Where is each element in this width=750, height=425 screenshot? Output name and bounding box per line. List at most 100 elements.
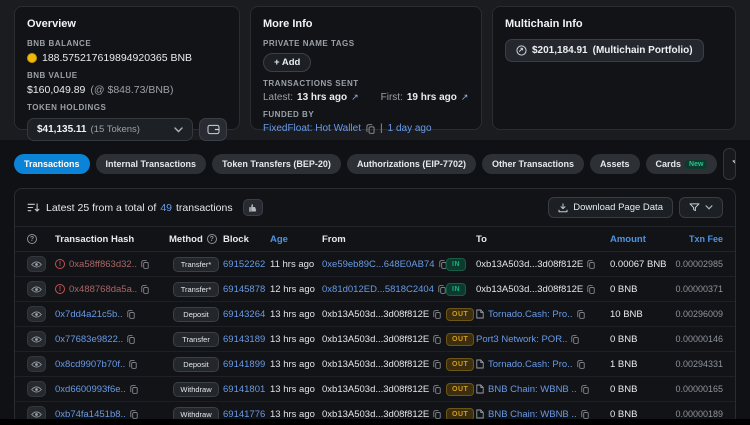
from-address-link[interactable]: 0xe59eb89C...648E0AB74 <box>322 259 435 270</box>
tab-internal-transactions[interactable]: Internal Transactions <box>95 154 207 174</box>
tab-transactions[interactable]: Transactions <box>14 154 90 174</box>
age-text: 13 hrs ago <box>270 308 315 320</box>
copy-icon[interactable] <box>433 334 441 344</box>
contract-icon <box>476 309 484 319</box>
copy-icon[interactable] <box>438 259 446 269</box>
latest-external-link-icon[interactable]: ↗ <box>351 92 359 103</box>
eye-button[interactable] <box>27 356 46 372</box>
copy-icon[interactable] <box>576 359 585 369</box>
to-address-link[interactable]: BNB Chain: WBNB .. <box>488 409 577 420</box>
txn-fee-text: 0.00000165 <box>675 384 723 394</box>
wallet-button[interactable] <box>199 118 227 141</box>
copy-icon[interactable] <box>141 284 149 294</box>
direction-badge: OUT <box>446 357 475 371</box>
copy-icon[interactable] <box>141 259 149 269</box>
tab-assets[interactable]: Assets <box>589 154 640 174</box>
block-link[interactable]: 69141899 <box>223 359 265 370</box>
copy-icon[interactable] <box>127 334 135 344</box>
col-amount[interactable]: Amount <box>610 234 646 245</box>
copy-icon[interactable] <box>126 309 135 319</box>
download-page-data-button[interactable]: Download Page Data <box>548 197 673 218</box>
col-age[interactable]: Age <box>270 234 288 245</box>
copy-icon[interactable] <box>587 284 595 294</box>
token-holdings-dropdown[interactable]: $41,135.11 (15 Tokens) <box>27 118 193 141</box>
copy-icon[interactable] <box>433 384 441 394</box>
tx-hash-link[interactable]: 0x488768da5a.. <box>69 284 137 295</box>
advanced-filter-button[interactable]: Advanced Filter <box>723 148 736 180</box>
block-link[interactable]: 69141776 <box>223 409 265 420</box>
amount-text: 10 BNB <box>610 308 643 320</box>
more-info-card: More Info PRIVATE NAME TAGS + Add TRANSA… <box>250 6 482 134</box>
summary-prefix: Latest 25 from a total of <box>46 201 157 214</box>
eye-button[interactable] <box>27 381 46 397</box>
tab-label: Internal Transactions <box>105 159 197 169</box>
copy-icon[interactable] <box>571 334 579 344</box>
to-address-link[interactable]: Tornado.Cash: Pro.. <box>488 309 573 320</box>
method-badge: Transfer <box>173 331 219 347</box>
amount-text: 0 BNB <box>610 408 638 420</box>
from-address-link[interactable]: 0x81d012ED...5818C2404 <box>322 284 434 295</box>
summary-count-link[interactable]: 49 <box>160 202 172 214</box>
eye-button[interactable] <box>27 281 46 297</box>
copy-icon[interactable] <box>433 409 441 419</box>
tx-hash-link[interactable]: 0xb74fa1451b8.. <box>55 409 126 420</box>
block-link[interactable]: 69143189 <box>223 334 265 345</box>
copy-icon[interactable] <box>581 384 589 394</box>
method-badge: Transfer* <box>173 281 219 297</box>
copy-icon[interactable] <box>129 359 137 369</box>
bnb-balance-label: BNB BALANCE <box>27 39 92 48</box>
tab-cards[interactable]: Cards New <box>645 154 718 174</box>
copy-icon[interactable] <box>587 259 595 269</box>
eye-button[interactable] <box>27 256 46 272</box>
age-text: 13 hrs ago <box>270 383 315 395</box>
add-name-tag-button[interactable]: + Add <box>263 53 312 72</box>
tx-hash-link[interactable]: 0xd6600993f6e.. <box>55 384 126 395</box>
thumbs-up-icon-button[interactable] <box>242 199 263 216</box>
eye-button[interactable] <box>27 306 46 322</box>
copy-icon[interactable] <box>433 309 441 319</box>
more-info-title: More Info <box>263 18 313 30</box>
first-external-link-icon[interactable]: ↗ <box>461 92 469 103</box>
eye-button[interactable] <box>27 331 46 347</box>
copy-icon[interactable] <box>366 123 375 134</box>
multichain-suffix: (Multichain Portfolio) <box>592 45 693 56</box>
copy-icon[interactable] <box>438 284 446 294</box>
copy-icon[interactable] <box>130 384 138 394</box>
table-body: ! 0xa58ff863d32.. Transfer* 69152262 11 … <box>15 252 735 425</box>
tx-hash-link[interactable]: 0x7dd4a21c5b.. <box>55 309 123 320</box>
copy-icon[interactable] <box>581 409 589 419</box>
txn-fee-text: 0.00000146 <box>675 334 723 344</box>
latest-value: 13 hrs ago <box>297 92 348 103</box>
multichain-portfolio-button[interactable]: $201,184.91 (Multichain Portfolio) <box>505 39 704 62</box>
col-txn-fee[interactable]: Txn Fee <box>689 234 723 244</box>
block-link[interactable]: 69145878 <box>223 284 265 295</box>
copy-icon[interactable] <box>576 309 585 319</box>
block-link[interactable]: 69141801 <box>223 384 265 395</box>
to-address-link[interactable]: BNB Chain: WBNB .. <box>488 384 577 395</box>
latest-label: Latest: <box>263 92 294 103</box>
tx-hash-link[interactable]: 0x77683e9822.. <box>55 334 123 345</box>
bnb-coin-icon <box>27 53 37 63</box>
token-holdings-count: (15 Tokens) <box>90 124 140 135</box>
bnb-value-label: BNB VALUE <box>27 71 78 80</box>
funded-by-link[interactable]: FixedFloat: Hot Wallet <box>263 123 361 134</box>
tx-hash-link[interactable]: 0xa58ff863d32.. <box>69 259 137 270</box>
tab-token-transfers-bep-20[interactable]: Token Transfers (BEP-20) <box>212 154 341 174</box>
age-text: 13 hrs ago <box>270 333 315 345</box>
multichain-title: Multichain Info <box>505 18 583 30</box>
funded-age-link[interactable]: 1 day ago <box>388 123 432 134</box>
tx-hash-link[interactable]: 0x8cd9907b70f.. <box>55 359 125 370</box>
block-link[interactable]: 69152262 <box>223 259 265 270</box>
tab-other-transactions[interactable]: Other Transactions <box>481 154 584 174</box>
copy-icon[interactable] <box>433 359 441 369</box>
from-address-text: 0xb13A503d...3d08f812E <box>322 383 430 395</box>
copy-icon[interactable] <box>130 409 138 419</box>
to-address-link[interactable]: Tornado.Cash: Pro.. <box>488 359 573 370</box>
question-icon: ? <box>27 234 37 244</box>
transaction-row: 0x7dd4a21c5b.. Deposit 69143264 13 hrs a… <box>15 302 735 327</box>
to-address-link[interactable]: Port3 Network: POR.. <box>476 334 567 345</box>
table-filter-button[interactable] <box>679 197 723 218</box>
tab-authorizations-eip-7702[interactable]: Authorizations (EIP-7702) <box>346 154 476 174</box>
block-link[interactable]: 69143264 <box>223 309 265 320</box>
from-address-text: 0xb13A503d...3d08f812E <box>322 358 430 370</box>
